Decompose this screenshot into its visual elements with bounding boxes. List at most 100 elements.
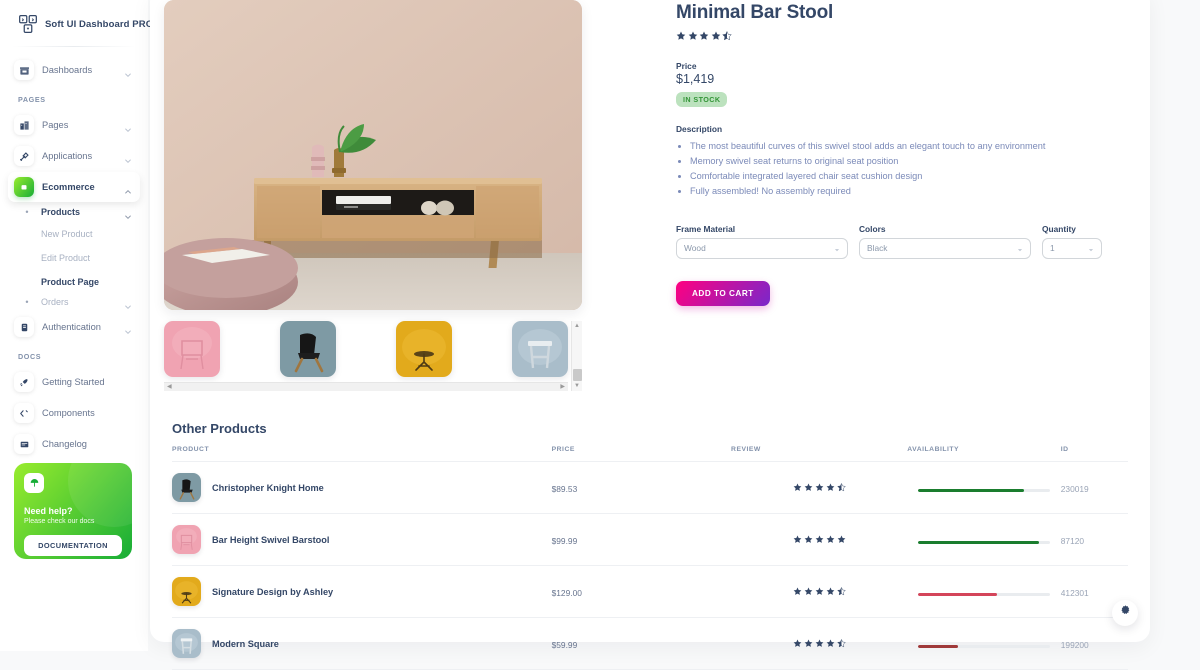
cell-price: $129.00: [551, 587, 582, 598]
product-name: Modern Square: [212, 638, 279, 649]
table-row[interactable]: Bar Height Swivel Barstool $99.99 87120: [172, 513, 1128, 566]
sidebar-subitem-label: Product Page: [41, 277, 100, 287]
list-item: Comfortable integrated layered chair sea…: [690, 169, 1136, 184]
table-body: Christopher Knight Home $89.53 230019 Ba…: [172, 461, 1128, 670]
chevron-down-icon[interactable]: [124, 323, 132, 334]
sidebar-item-components[interactable]: Components: [8, 398, 140, 428]
star-icon: [826, 531, 835, 543]
frame-material-select[interactable]: Wood: [676, 237, 848, 259]
sidebar-subitem-product-page[interactable]: Product Page: [12, 269, 140, 293]
sidebar-item-label: Authentication: [42, 322, 101, 332]
star-icon: [793, 531, 802, 543]
column-header-product[interactable]: PRODUCT: [172, 446, 552, 462]
colors-select[interactable]: Black: [859, 237, 1031, 259]
product-hero-image[interactable]: [164, 0, 582, 310]
table-row[interactable]: Modern Square $59.99 199200: [172, 617, 1128, 670]
sidebar-item-authentication[interactable]: Authentication: [8, 312, 140, 342]
thumb-pink-chair[interactable]: [164, 321, 220, 377]
chevron-down-icon[interactable]: [124, 208, 132, 219]
sidebar-section-pages: PAGES: [18, 95, 46, 104]
star-icon: [837, 531, 846, 543]
thumb-blue-stool[interactable]: [512, 321, 568, 377]
sidebar-subitem-orders[interactable]: • Orders: [12, 293, 140, 311]
star-icon: [826, 583, 835, 595]
review-stars: [793, 635, 846, 647]
sidebar-subitem-label: Products: [41, 207, 81, 217]
frame-material-value: Wood: [684, 243, 706, 254]
table-row[interactable]: Christopher Knight Home $89.53 230019: [172, 461, 1128, 514]
product-options: Frame Material Wood Colors Black Quantit…: [676, 224, 1136, 259]
column-header-price[interactable]: PRICE: [551, 446, 732, 462]
description-list: The most beautiful curves of this swivel…: [690, 139, 1136, 199]
product-detail-section: ◀ ▶ ▲ ▼ Minimal Bar Stool Price $1,419 I…: [164, 0, 1136, 391]
quantity-select[interactable]: 1: [1042, 237, 1102, 259]
sidebar-item-getting-started[interactable]: Getting Started: [8, 367, 140, 397]
documentation-button[interactable]: DOCUMENTATION: [24, 534, 122, 556]
product-name: Bar Height Swivel Barstool: [212, 534, 330, 545]
cell-product: Modern Square: [172, 617, 552, 670]
key-icon: [14, 317, 34, 337]
sidebar-item-pages[interactable]: Pages: [8, 110, 140, 140]
cell-price: $89.53: [551, 483, 578, 494]
thumbnail-strip: ◀ ▶ ▲ ▼: [164, 321, 582, 391]
thumbnail-vertical-scrollbar[interactable]: ▲ ▼: [571, 321, 582, 391]
list-item: The most beautiful curves of this swivel…: [690, 139, 1136, 154]
list-item: Memory swivel seat returns to original s…: [690, 154, 1136, 169]
divider: [12, 46, 136, 47]
colors-group: Colors Black: [859, 224, 1031, 259]
star-icon: [826, 479, 835, 491]
sidebar-subitem-products[interactable]: • Products: [12, 203, 140, 221]
sidebar-item-dashboards[interactable]: Dashboards: [8, 55, 140, 85]
sidebar-subnav-ecommerce: • Products New Product Edit Product Prod…: [8, 203, 140, 311]
sidebar-item-changelog[interactable]: Changelog: [8, 429, 140, 459]
price-block: Price $1,419 IN STOCK: [676, 61, 1136, 107]
quantity-value: 1: [1050, 243, 1055, 254]
star-icon: [711, 28, 721, 40]
settings-fab[interactable]: [1112, 600, 1138, 626]
chevron-up-icon[interactable]: [124, 183, 132, 194]
star-icon: [815, 635, 824, 647]
chevron-down-icon[interactable]: [124, 298, 132, 309]
thumb-teal-black-chair[interactable]: [280, 321, 336, 377]
column-header-availability[interactable]: AVAILABILITY: [907, 446, 1061, 462]
settings-icon: [14, 146, 34, 166]
sidebar-subitem-label: New Product: [41, 229, 93, 239]
review-stars: [793, 583, 846, 595]
review-stars: [793, 531, 846, 543]
sidebar-item-ecommerce[interactable]: Ecommerce: [8, 172, 140, 202]
star-icon: [699, 28, 709, 40]
chevron-down-icon[interactable]: ▼: [574, 383, 580, 389]
umbrella-icon: [24, 473, 44, 493]
cell-id: 87120: [1060, 535, 1085, 546]
availability-bar: [918, 540, 1051, 544]
availability-bar: [918, 592, 1051, 596]
product-title: Minimal Bar Stool: [676, 2, 834, 23]
star-half-icon: [836, 635, 846, 647]
chevron-up-icon[interactable]: ▲: [574, 323, 580, 329]
star-icon: [804, 583, 813, 595]
cell-product: Bar Height Swivel Barstool: [172, 513, 552, 566]
column-header-review[interactable]: REVIEW: [731, 446, 908, 462]
code-icon: [14, 403, 34, 423]
chevron-down-icon[interactable]: [124, 152, 132, 163]
chevron-down-icon[interactable]: [124, 121, 132, 132]
scrollbar-thumb[interactable]: [573, 369, 582, 381]
sidebar-item-applications[interactable]: Applications: [8, 141, 140, 171]
thumbnail-horizontal-scrollbar[interactable]: ◀ ▶: [164, 382, 568, 391]
chevron-down-icon[interactable]: [124, 66, 132, 77]
sidebar-subitem-new-product[interactable]: New Product: [12, 221, 140, 245]
sidebar-subitem-edit-product[interactable]: Edit Product: [12, 245, 140, 269]
column-header-id[interactable]: ID: [1060, 446, 1128, 462]
product-name: Signature Design by Ashley: [212, 586, 334, 597]
sidebar-item-label: Applications: [42, 151, 93, 161]
add-to-cart-button[interactable]: ADD TO CART: [676, 280, 770, 306]
description-block: Description The most beautiful curves of…: [676, 124, 1136, 199]
cell-price: $99.99: [551, 535, 578, 546]
cell-product: Signature Design by Ashley: [172, 565, 552, 618]
brand[interactable]: Soft UI Dashboard PRO: [8, 0, 153, 46]
chevron-left-icon[interactable]: ◀: [165, 384, 174, 390]
sidebar-subitem-label: Orders: [41, 297, 69, 307]
chevron-right-icon[interactable]: ▶: [558, 384, 567, 390]
thumb-yellow-stool[interactable]: [396, 321, 452, 377]
table-row[interactable]: Signature Design by Ashley $129.00 41230…: [172, 565, 1128, 618]
